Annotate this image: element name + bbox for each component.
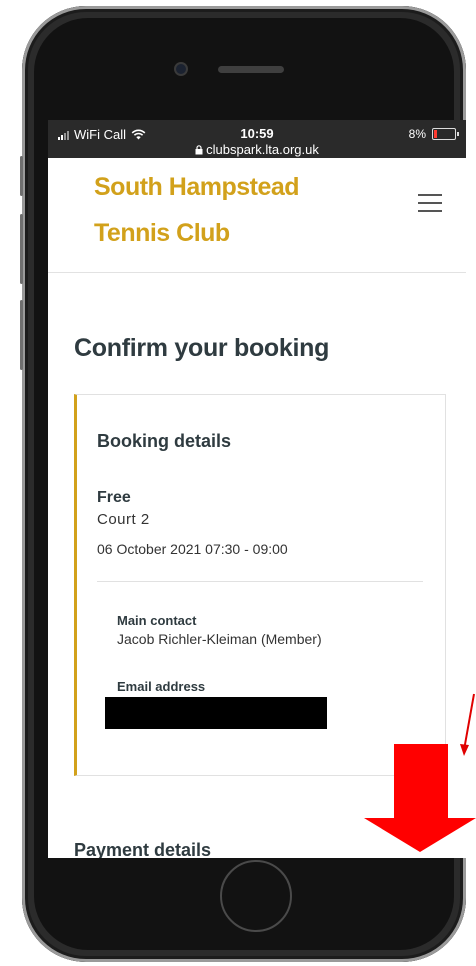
page-title: Confirm your booking: [74, 334, 330, 362]
club-name-line2: Tennis Club: [94, 219, 230, 247]
club-logo-link[interactable]: South Hampstead Tennis Club: [94, 164, 300, 256]
site-header: South Hampstead Tennis Club: [48, 158, 466, 273]
front-camera-icon: [176, 64, 186, 74]
main-contact-value: Jacob Richler-Kleiman (Member): [117, 631, 322, 647]
booking-details-card: Booking details Free Court 2 06 October …: [74, 394, 446, 776]
url-text: clubspark.lta.org.uk: [206, 142, 319, 157]
battery-icon: [432, 128, 459, 140]
booking-details-heading: Booking details: [97, 431, 232, 451]
main-contact-label: Main contact: [117, 613, 197, 628]
hamburger-menu-icon[interactable]: [418, 194, 442, 212]
battery-percent: 8%: [408, 127, 426, 141]
booking-court: Court 2: [97, 511, 150, 528]
lock-icon: [195, 145, 203, 155]
clock: 10:59: [240, 126, 274, 141]
down-arrow-icon: [364, 744, 476, 852]
address-bar[interactable]: clubspark.lta.org.uk: [48, 142, 466, 157]
home-button[interactable]: [220, 860, 292, 932]
payment-details-heading: Payment details: [74, 840, 212, 858]
status-bar: WiFi Call 10:59 clubspark.lta.org.uk 8%: [48, 120, 466, 158]
volume-down-button: [20, 300, 23, 370]
speaker-grille: [218, 66, 284, 73]
booking-price: Free: [97, 489, 131, 506]
redacted-email-box: [105, 697, 327, 729]
status-right: 8%: [408, 127, 459, 141]
email-address-label: Email address: [117, 679, 206, 694]
card-divider: [97, 581, 423, 582]
volume-up-button: [20, 214, 23, 284]
booking-datetime: 06 October 2021 07:30 - 09:00: [97, 541, 288, 557]
club-name-line1: South Hampstead: [94, 173, 300, 201]
mute-switch: [20, 156, 23, 196]
